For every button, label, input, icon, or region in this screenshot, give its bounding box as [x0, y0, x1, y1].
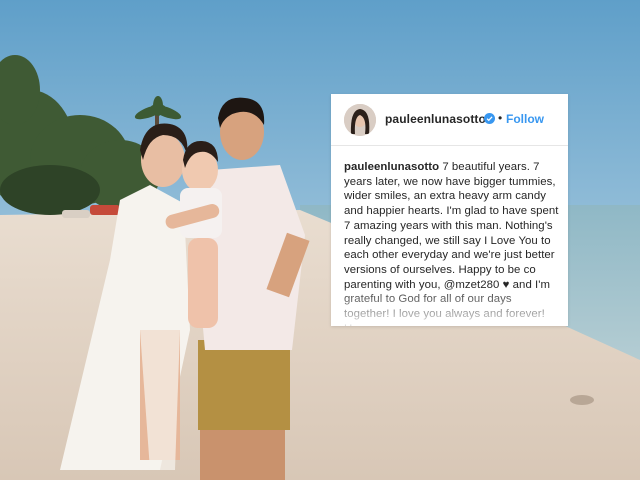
post-header: pauleenlunasotto • Follow — [331, 94, 568, 146]
caption-fade — [331, 286, 568, 326]
username[interactable]: pauleenlunasotto — [385, 112, 486, 126]
instagram-post-card: pauleenlunasotto • Follow pauleenlunasot… — [331, 94, 568, 326]
separator-dot: • — [498, 111, 503, 125]
verified-badge-icon — [484, 113, 495, 124]
avatar[interactable] — [344, 104, 376, 136]
caption-username[interactable]: pauleenlunasotto — [344, 161, 439, 173]
follow-button[interactable]: Follow — [506, 112, 544, 126]
